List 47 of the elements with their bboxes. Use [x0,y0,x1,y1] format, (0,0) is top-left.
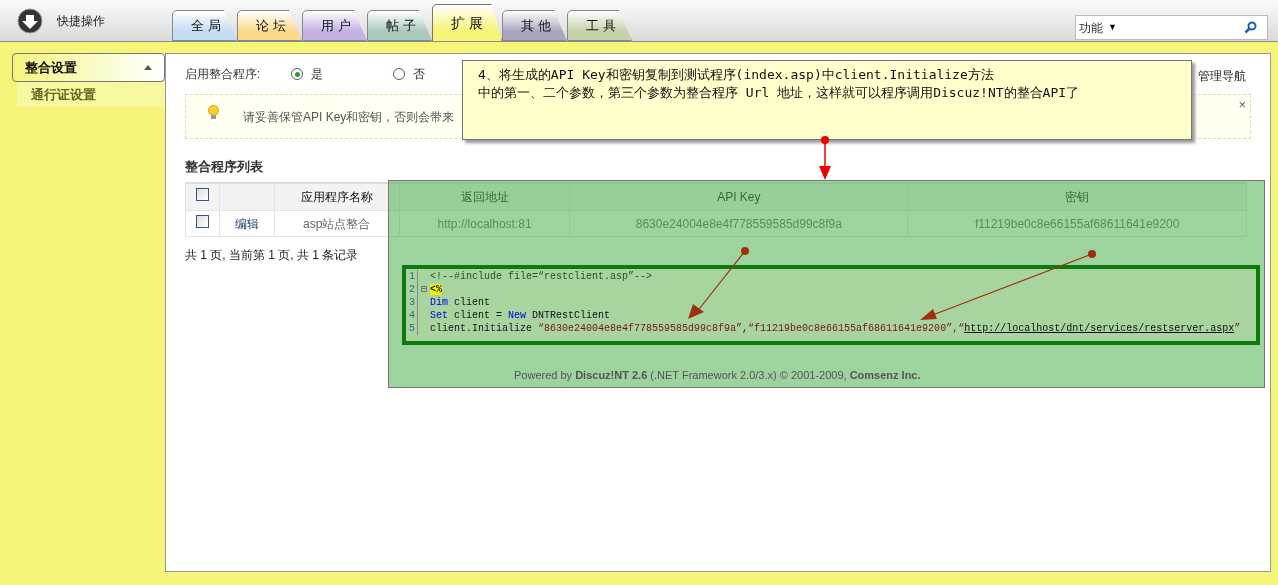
pointer-arrow [688,247,749,319]
tab[interactable]: 全 局 [172,10,237,41]
tab[interactable]: 论 坛 [237,10,302,41]
tab[interactable]: 工 具 [567,10,632,41]
pointer-arrow [819,136,831,180]
code-line: <!--#include file=“restclient.asp”--> [430,270,653,283]
radio-option[interactable]: 否 [393,65,425,83]
line-number: 2 [406,283,418,296]
sidebar-item[interactable]: 整合设置 [12,53,165,82]
collapse-icon[interactable] [144,65,152,70]
line-number: 5 [406,322,418,335]
close-button[interactable]: × [1238,95,1246,115]
code-line: Set client = New DNTRestClient [430,309,611,322]
table-cell: asp站点整合 [303,216,371,231]
fold-icon[interactable]: ⊟ [418,283,430,296]
enable-label: 启用整合程序: [185,66,262,83]
column-header: 应用程序名称 [300,189,373,204]
search-field[interactable]: 功能 ▼ [1075,15,1268,40]
tab[interactable]: 其 他 [502,10,567,41]
lightbulb-icon [208,105,219,120]
column-header: 返回地址 [460,189,509,204]
tab[interactable]: 帖 子 [367,10,432,41]
radio-option[interactable]: 是 [291,65,323,83]
table-cell: 8630e24004e8e4f778559585d99c8f9a [635,216,842,231]
quick-actions-label[interactable]: 快捷操作 [57,11,105,30]
line-number: 4 [406,309,418,322]
code-line: Dim client [430,296,491,309]
checkbox[interactable] [195,214,209,228]
table-cell: http://localhost:81 [437,216,532,231]
footer-text: Powered by Discuz!NT 2.6 (.NET Framework 2.0/3.x) © 2001-2009, Comsenz Inc. [514,368,921,383]
tab[interactable]: 扩 展 [432,4,502,41]
tab[interactable]: 用 户 [302,10,367,41]
code-line: client.Initialize “8630e24004e8e4f778559585d99c8f9a”,“f11219be0c8e66155af68611641e9200”,“http://localhost/dnt/services/restserver.aspx” [430,322,1241,335]
line-number: 1 [406,270,418,283]
search-icon[interactable] [1244,21,1257,34]
table-cell: f11219be0c8e66155af68611641e9200 [974,216,1180,231]
column-header: API Key [717,189,761,204]
callout-text: 4、将生成的API Key和密钥复制到测试程序(index.asp)中client.Initialize方法 中的第一、二个参数，第三个参数为整合程序 Url 地址，这样就可以程序调用Discuz!NT的整合API了 [478,66,1081,102]
line-number: 3 [406,296,418,309]
pager-text: 共 1 页, 当前第 1 页, 共 1 条记录 [185,247,360,264]
tip-text: 请妥善保管API Key和密钥，否则会带来 [243,108,455,126]
column-header: 密钥 [1065,189,1090,204]
list-title: 整合程序列表 [185,158,264,176]
download-icon[interactable] [17,7,43,34]
checkbox[interactable] [195,187,209,201]
sidebar-item[interactable]: 通行证设置 [17,82,165,107]
navigation-link[interactable]: 管理导航 [1198,67,1246,85]
